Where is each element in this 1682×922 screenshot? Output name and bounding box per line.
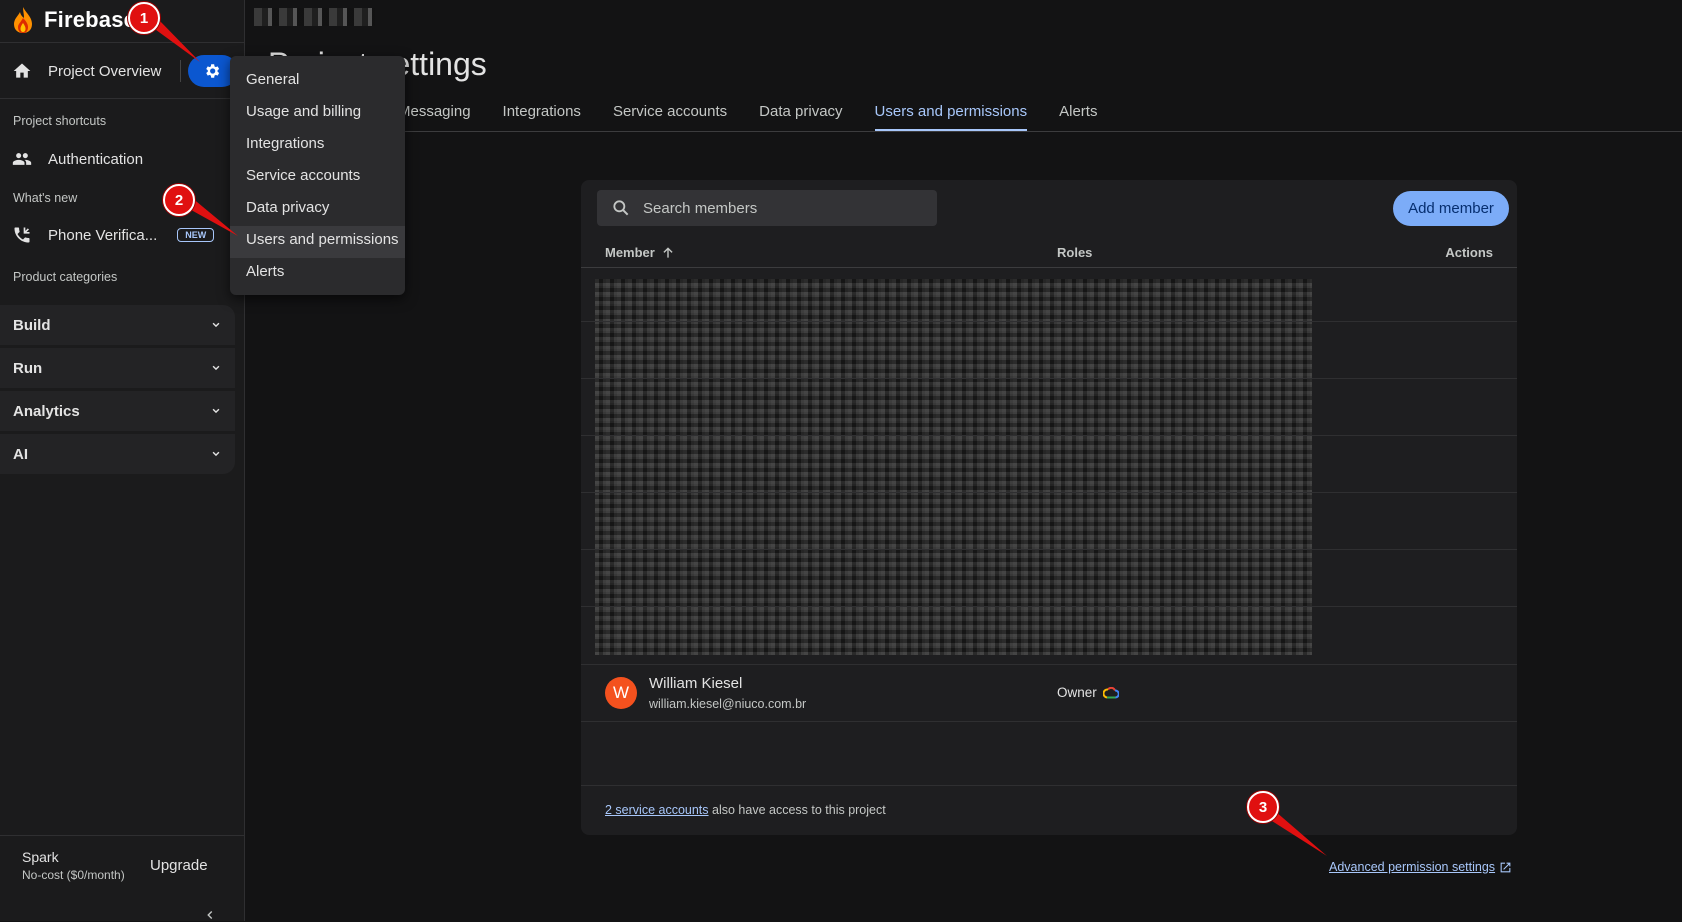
add-member-button[interactable]: Add member — [1393, 191, 1509, 226]
plan-name: Spark — [22, 849, 59, 865]
tab-users-and-permissions[interactable]: Users and permissions — [874, 100, 1028, 132]
project-overview-label: Project Overview — [48, 62, 162, 80]
tab-alerts[interactable]: Alerts — [1059, 100, 1097, 132]
new-badge: NEW — [177, 228, 215, 242]
overview-separator — [180, 60, 181, 82]
brand[interactable]: Firebase — [12, 4, 136, 36]
sidebar-divider — [0, 98, 245, 99]
sidebar-item-phone-verification[interactable]: Phone Verifica... NEW — [12, 221, 215, 249]
column-roles: Roles — [1057, 245, 1093, 260]
chevron-down-icon — [212, 322, 220, 328]
sidebar-divider — [0, 42, 245, 43]
member-name: William Kiesel — [649, 675, 743, 692]
row-divider — [581, 606, 1517, 607]
service-accounts-text: also have access to this project — [712, 803, 886, 817]
member-email: william.kiesel@niuco.com.br — [649, 697, 807, 711]
redacted-member-rows — [595, 279, 1312, 655]
search-input[interactable]: Search members — [643, 200, 757, 217]
project-shortcuts-label: Project shortcuts — [13, 114, 107, 128]
open-in-new-icon — [1500, 862, 1511, 872]
product-categories-label: Product categories — [13, 270, 118, 284]
sidebar-item-label: Authentication — [48, 150, 144, 168]
tab-messaging[interactable]: Messaging — [398, 100, 471, 132]
phone-forward-icon — [14, 227, 30, 243]
category-build[interactable]: Build — [0, 305, 235, 345]
table-row[interactable]: W William Kiesel william.kiesel@niuco.co… — [581, 665, 1517, 722]
sidebar-divider — [0, 835, 245, 836]
category-label: Build — [13, 316, 51, 334]
column-member[interactable]: Member — [605, 245, 675, 260]
settings-dropdown-menu: General Usage and billing Integrations S… — [230, 56, 405, 295]
search-members-field[interactable]: Search members — [597, 190, 937, 226]
tab-service-accounts[interactable]: Service accounts — [613, 100, 727, 132]
chevron-down-icon — [212, 451, 220, 457]
category-label: AI — [13, 445, 28, 463]
menu-item-data-privacy[interactable]: Data privacy — [230, 194, 405, 226]
plan-info: Spark No-cost ($0/month) — [22, 849, 125, 882]
chevron-down-icon — [212, 365, 220, 371]
project-id-redacted — [254, 8, 375, 26]
column-actions: Actions — [1445, 245, 1493, 260]
gear-icon — [206, 64, 220, 78]
sidebar-item-label: Phone Verifica... — [48, 226, 158, 244]
home-icon — [13, 63, 31, 78]
annotation-callout-1: 1 — [128, 2, 160, 34]
menu-item-usage-and-billing[interactable]: Usage and billing — [230, 98, 405, 130]
row-divider — [581, 549, 1517, 550]
members-card: Search members Add member Member Roles A… — [581, 180, 1517, 835]
category-analytics[interactable]: Analytics — [0, 391, 235, 431]
menu-item-alerts[interactable]: Alerts — [230, 258, 405, 290]
firebase-logo-icon — [14, 7, 32, 33]
people-icon — [12, 153, 32, 165]
menu-item-service-accounts[interactable]: Service accounts — [230, 162, 405, 194]
service-accounts-link[interactable]: 2 service accounts — [605, 803, 709, 817]
category-label: Run — [13, 359, 43, 377]
search-icon — [613, 200, 629, 216]
row-divider — [581, 721, 1517, 722]
member-role: Owner — [1057, 685, 1119, 700]
members-table-header: Member Roles Actions — [581, 236, 1517, 268]
category-ai[interactable]: AI — [0, 434, 235, 474]
annotation-callout-3: 3 — [1247, 791, 1279, 823]
menu-item-integrations[interactable]: Integrations — [230, 130, 405, 162]
sidebar: Firebase Project Overview Project shortc… — [0, 0, 245, 921]
row-divider — [581, 435, 1517, 436]
menu-item-users-and-permissions[interactable]: Users and permissions — [230, 226, 405, 258]
footer-divider — [581, 785, 1517, 786]
plan-description: No-cost ($0/month) — [22, 868, 125, 882]
advanced-permission-settings-label: Advanced permission settings — [1329, 860, 1496, 874]
arrow-up-icon — [663, 246, 673, 258]
tabs-divider — [268, 131, 1682, 132]
category-label: Analytics — [13, 402, 80, 420]
upgrade-button[interactable]: Upgrade — [150, 857, 208, 874]
tab-data-privacy[interactable]: Data privacy — [759, 100, 842, 132]
whats-new-label: What's new — [13, 191, 78, 205]
category-run[interactable]: Run — [0, 348, 235, 388]
member-role-label: Owner — [1057, 685, 1097, 700]
avatar: W — [605, 677, 637, 709]
row-divider — [581, 321, 1517, 322]
row-divider — [581, 378, 1517, 379]
service-accounts-note: 2 service accounts also have access to t… — [605, 803, 886, 817]
menu-item-general[interactable]: General — [230, 66, 405, 98]
column-member-label: Member — [605, 245, 655, 260]
collapse-sidebar-icon[interactable] — [203, 908, 217, 922]
google-cloud-icon — [1102, 686, 1119, 698]
brand-name: Firebase — [44, 7, 137, 32]
sidebar-item-authentication[interactable]: Authentication — [12, 145, 143, 173]
settings-tabs: Messaging Integrations Service accounts … — [398, 100, 1129, 132]
advanced-permission-settings-link[interactable]: Advanced permission settings — [1329, 860, 1512, 874]
annotation-callout-2: 2 — [163, 184, 195, 216]
tab-integrations[interactable]: Integrations — [503, 100, 581, 132]
chevron-down-icon — [212, 408, 220, 414]
row-divider — [581, 492, 1517, 493]
project-overview-link[interactable]: Project Overview — [12, 56, 161, 86]
